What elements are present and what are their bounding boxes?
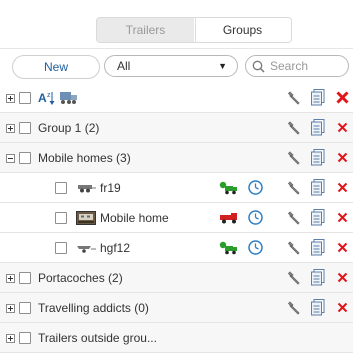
document-icon[interactable] xyxy=(311,89,325,106)
red-truck-icon[interactable] xyxy=(219,212,239,224)
delete-icon[interactable] xyxy=(337,152,348,163)
clock-icon[interactable] xyxy=(248,240,263,255)
trailer-row[interactable]: Mobile home xyxy=(0,203,353,233)
new-button[interactable]: New xyxy=(12,55,100,79)
delete-icon[interactable] xyxy=(337,182,348,193)
car-trailer-icon xyxy=(76,183,96,193)
group-label: Trailers outside grou... xyxy=(38,331,157,345)
dropdown-arrow-icon: ▼ xyxy=(218,61,227,71)
group-label: Mobile homes (3) xyxy=(38,151,131,165)
document-icon[interactable] xyxy=(311,269,325,286)
svg-text:z: z xyxy=(47,92,51,99)
filter-value: All xyxy=(117,59,131,73)
trailer-icon[interactable] xyxy=(60,90,78,106)
wrench-icon[interactable] xyxy=(287,300,301,316)
green-truck-icon[interactable] xyxy=(219,241,239,255)
group-checkbox[interactable] xyxy=(19,122,31,134)
group-row[interactable]: Trailers outside grou... xyxy=(0,323,353,353)
tree-header-row: A z xyxy=(0,83,353,113)
group-label: Travelling addicts (0) xyxy=(38,301,149,315)
search-input[interactable] xyxy=(268,58,342,74)
filter-select[interactable]: All ▼ xyxy=(104,55,238,77)
wrench-icon[interactable] xyxy=(287,150,301,166)
group-label: Group 1 (2) xyxy=(38,121,100,135)
group-checkbox[interactable] xyxy=(19,152,31,164)
collapse-toggle[interactable] xyxy=(6,154,15,163)
header-divider xyxy=(0,48,353,49)
wrench-icon[interactable] xyxy=(287,210,301,226)
search-icon xyxy=(252,60,265,73)
tab-trailers[interactable]: Trailers xyxy=(97,18,194,42)
trailer-label: fr19 xyxy=(100,181,121,195)
trailer-row[interactable]: fr19 xyxy=(0,173,353,203)
document-icon[interactable] xyxy=(311,209,325,226)
select-all-checkbox[interactable] xyxy=(19,92,31,104)
trailer-row[interactable]: hgf12 xyxy=(0,233,353,263)
expand-toggle[interactable] xyxy=(6,124,15,133)
document-icon[interactable] xyxy=(311,119,325,136)
green-truck-icon[interactable] xyxy=(219,181,239,195)
clock-icon[interactable] xyxy=(248,180,263,195)
trailer-checkbox[interactable] xyxy=(55,182,67,194)
sort-az-icon[interactable]: A z xyxy=(38,90,56,106)
boat-trailer-icon xyxy=(76,243,96,253)
svg-text:A: A xyxy=(38,91,47,105)
wrench-icon[interactable] xyxy=(287,120,301,136)
expand-all-toggle[interactable] xyxy=(6,94,15,103)
document-icon[interactable] xyxy=(311,179,325,196)
group-checkbox[interactable] xyxy=(19,332,31,344)
search-box[interactable] xyxy=(245,55,349,77)
group-row[interactable]: Group 1 (2) xyxy=(0,113,353,143)
group-checkbox[interactable] xyxy=(19,272,31,284)
trailer-checkbox[interactable] xyxy=(55,212,67,224)
expand-toggle[interactable] xyxy=(6,334,15,343)
expand-toggle[interactable] xyxy=(6,274,15,283)
wrench-icon[interactable] xyxy=(287,270,301,286)
expand-toggle[interactable] xyxy=(6,304,15,313)
group-row[interactable]: Portacoches (2) xyxy=(0,263,353,293)
delete-icon[interactable] xyxy=(337,122,348,133)
group-row[interactable]: Travelling addicts (0) xyxy=(0,293,353,323)
wrench-icon[interactable] xyxy=(287,240,301,256)
wrench-icon[interactable] xyxy=(287,180,301,196)
document-icon[interactable] xyxy=(311,149,325,166)
trailer-label: Mobile home xyxy=(100,211,169,225)
group-checkbox[interactable] xyxy=(19,302,31,314)
group-row[interactable]: Mobile homes (3) xyxy=(0,143,353,173)
tab-divider xyxy=(195,18,196,42)
delete-icon[interactable] xyxy=(337,212,348,223)
tab-bar: Trailers Groups xyxy=(97,18,291,42)
delete-icon[interactable] xyxy=(337,242,348,253)
clock-icon[interactable] xyxy=(248,210,263,225)
group-label: Portacoches (2) xyxy=(38,271,123,285)
delete-icon[interactable] xyxy=(337,302,348,313)
document-icon[interactable] xyxy=(311,299,325,316)
mobile-home-photo-icon xyxy=(76,211,96,225)
delete-icon[interactable] xyxy=(336,91,349,104)
trailer-checkbox[interactable] xyxy=(55,242,67,254)
trailer-label: hgf12 xyxy=(100,241,131,255)
document-icon[interactable] xyxy=(311,239,325,256)
tab-groups[interactable]: Groups xyxy=(194,18,291,42)
wrench-icon[interactable] xyxy=(287,90,301,106)
delete-icon[interactable] xyxy=(337,272,348,283)
